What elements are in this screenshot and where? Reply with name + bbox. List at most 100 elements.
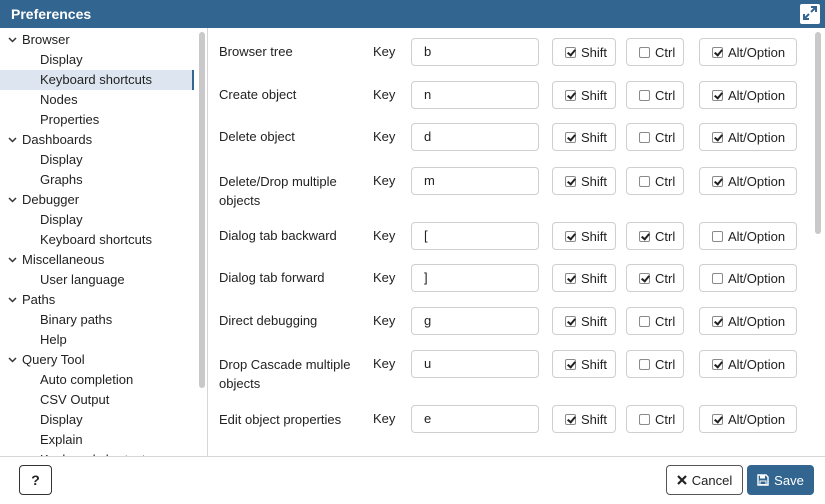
ctrl-checkbox[interactable]: Ctrl [626, 81, 684, 109]
tree-item[interactable]: Properties [0, 110, 207, 130]
shift-checkbox[interactable]: Shift [552, 405, 616, 433]
chevron-down-icon[interactable] [8, 130, 18, 150]
ctrl-label: Ctrl [655, 356, 676, 372]
tree-item-label: Keyboard shortcuts [40, 72, 153, 87]
alt-option-checkbox[interactable]: Alt/Option [699, 405, 797, 433]
ctrl-checkbox[interactable]: Ctrl [626, 38, 684, 66]
content-scrollbar[interactable] [815, 32, 821, 234]
key-input[interactable]: [ [411, 222, 539, 250]
alt-option-checkbox[interactable]: Alt/Option [699, 123, 797, 151]
chevron-down-icon[interactable] [8, 350, 18, 370]
alt-option-checkbox[interactable]: Alt/Option [699, 222, 797, 250]
tree-item-label: Display [40, 412, 83, 427]
save-button[interactable]: Save [747, 465, 814, 495]
chevron-down-icon[interactable] [8, 250, 18, 270]
key-label: Key [373, 313, 396, 328]
save-label: Save [774, 472, 804, 488]
checkbox-icon [639, 230, 650, 242]
key-input[interactable]: u [411, 350, 539, 378]
tree-item-label: Debugger [22, 192, 80, 207]
key-input[interactable]: g [411, 307, 539, 335]
tree-item[interactable]: Display [0, 50, 207, 70]
key-input[interactable]: m [411, 167, 539, 195]
chevron-down-icon[interactable] [8, 190, 18, 210]
tree-item[interactable]: Help [0, 330, 207, 350]
tree-group[interactable]: Browser [0, 30, 207, 50]
alt-option-checkbox[interactable]: Alt/Option [699, 38, 797, 66]
ctrl-checkbox[interactable]: Ctrl [626, 307, 684, 335]
help-button[interactable]: ? [19, 465, 52, 495]
shift-checkbox[interactable]: Shift [552, 81, 616, 109]
tree-item[interactable]: Display [0, 210, 207, 230]
tree-item[interactable]: Nodes [0, 90, 207, 110]
key-input[interactable]: b [411, 38, 539, 66]
chevron-down-icon[interactable] [8, 30, 18, 50]
tree-group[interactable]: Query Tool [0, 350, 207, 370]
tree-item[interactable]: Explain [0, 430, 207, 450]
ctrl-checkbox[interactable]: Ctrl [626, 123, 684, 151]
checkbox-icon [712, 358, 723, 370]
key-label: Key [373, 356, 396, 371]
ctrl-checkbox[interactable]: Ctrl [626, 350, 684, 378]
checkbox-icon [639, 413, 650, 425]
shortcut-name: Delete/Drop multiple objects [219, 174, 337, 208]
tree-group[interactable]: Miscellaneous [0, 250, 207, 270]
key-input[interactable]: n [411, 81, 539, 109]
shift-checkbox[interactable]: Shift [552, 167, 616, 195]
ctrl-checkbox[interactable]: Ctrl [626, 222, 684, 250]
alt-label: Alt/Option [728, 356, 786, 372]
tree-item-label: Query Tool [22, 352, 85, 367]
tree-group[interactable]: Debugger [0, 190, 207, 210]
dialog-title: Preferences [11, 6, 92, 22]
tree-item-label: Properties [40, 112, 100, 127]
tree-item[interactable]: Auto completion [0, 370, 207, 390]
shift-checkbox[interactable]: Shift [552, 222, 616, 250]
shortcut-name: Edit object properties [219, 412, 342, 427]
expand-icon [803, 5, 817, 23]
alt-option-checkbox[interactable]: Alt/Option [699, 81, 797, 109]
tree-group[interactable]: Paths [0, 290, 207, 310]
dialog-footer: ? Cancel Save [0, 456, 825, 504]
tree-item[interactable]: CSV Output [0, 390, 207, 410]
ctrl-checkbox[interactable]: Ctrl [626, 264, 684, 292]
alt-option-checkbox[interactable]: Alt/Option [699, 167, 797, 195]
shift-checkbox[interactable]: Shift [552, 264, 616, 292]
checkbox-icon [565, 175, 576, 187]
alt-label: Alt/Option [728, 313, 786, 329]
alt-label: Alt/Option [728, 228, 786, 244]
tree-item[interactable]: Keyboard shortcuts [0, 70, 194, 90]
shift-checkbox[interactable]: Shift [552, 38, 616, 66]
key-input[interactable]: e [411, 405, 539, 433]
checkbox-icon [712, 46, 723, 58]
shift-label: Shift [581, 129, 608, 145]
cancel-button[interactable]: Cancel [666, 465, 743, 495]
shift-label: Shift [581, 173, 608, 189]
ctrl-checkbox[interactable]: Ctrl [626, 167, 684, 195]
shift-checkbox[interactable]: Shift [552, 307, 616, 335]
tree-item[interactable]: Keyboard shortcuts [0, 230, 207, 250]
tree-item[interactable]: Display [0, 150, 207, 170]
tree-item[interactable]: User language [0, 270, 207, 290]
shift-checkbox[interactable]: Shift [552, 123, 616, 151]
tree-group[interactable]: Dashboards [0, 130, 207, 150]
checkbox-icon [565, 272, 576, 284]
maximize-button[interactable] [800, 4, 820, 24]
shortcut-name: Direct debugging [219, 313, 318, 328]
tree-item-label: Explain [40, 432, 83, 447]
checkbox-icon [565, 230, 576, 242]
alt-option-checkbox[interactable]: Alt/Option [699, 264, 797, 292]
key-input[interactable]: ] [411, 264, 539, 292]
chevron-down-icon[interactable] [8, 290, 18, 310]
alt-option-checkbox[interactable]: Alt/Option [699, 350, 797, 378]
shortcut-name: Drop Cascade multiple objects [219, 357, 351, 391]
ctrl-label: Ctrl [655, 129, 676, 145]
tree-item[interactable]: Binary paths [0, 310, 207, 330]
key-input[interactable]: d [411, 123, 539, 151]
shift-checkbox[interactable]: Shift [552, 350, 616, 378]
tree-item[interactable]: Graphs [0, 170, 207, 190]
tree-item[interactable]: Display [0, 410, 207, 430]
sidebar-scrollbar[interactable] [199, 32, 205, 388]
alt-option-checkbox[interactable]: Alt/Option [699, 307, 797, 335]
ctrl-checkbox[interactable]: Ctrl [626, 405, 684, 433]
key-label: Key [373, 129, 396, 144]
